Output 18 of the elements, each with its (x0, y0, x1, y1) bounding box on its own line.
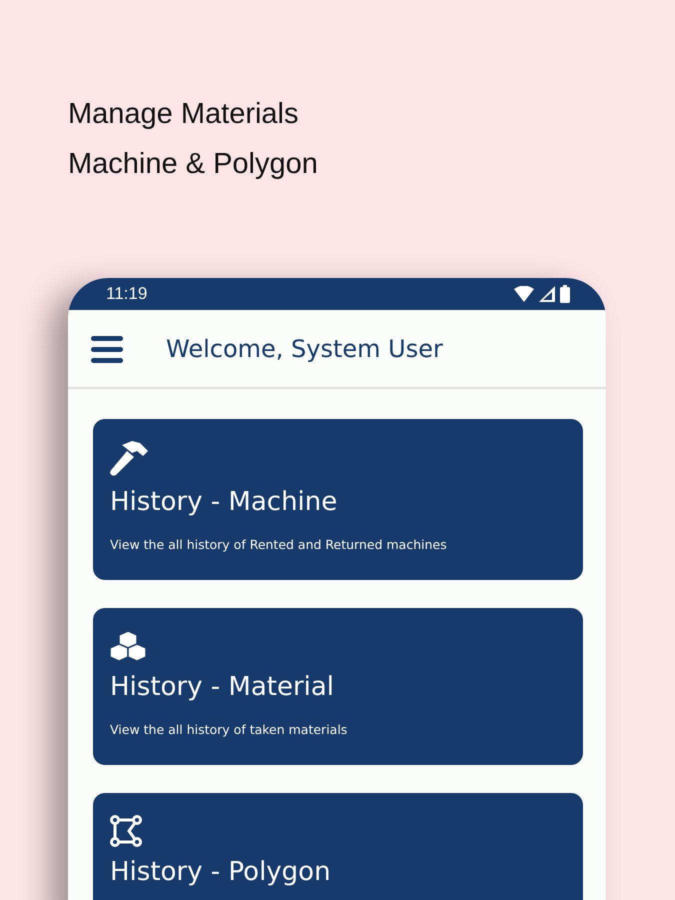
wifi-icon (514, 286, 534, 302)
card-title: History - Material (110, 672, 334, 702)
status-time: 11:19 (106, 284, 148, 304)
card-title: History - Machine (110, 487, 338, 517)
card-description: View the all history of taken materials (110, 722, 348, 737)
history-card[interactable]: History - Machine View the all history of Rented and Returned machines (93, 419, 583, 580)
cubes-icon (110, 630, 146, 662)
signal-icon (539, 286, 555, 302)
battery-icon (560, 285, 570, 303)
headline-text: Machine & Polygon (68, 147, 319, 182)
card-description: View the all history of Rented and Returned machines (110, 537, 447, 552)
polygon-icon (110, 815, 142, 847)
headline-text: Manage Materials (68, 97, 300, 132)
history-card[interactable]: History - Material View the all history of taken materials (93, 608, 583, 765)
hammer-icon (110, 441, 148, 477)
history-card[interactable]: History - Polygon (93, 793, 583, 900)
app-title: Welcome, System User (166, 334, 443, 362)
card-title: History - Polygon (110, 857, 331, 887)
